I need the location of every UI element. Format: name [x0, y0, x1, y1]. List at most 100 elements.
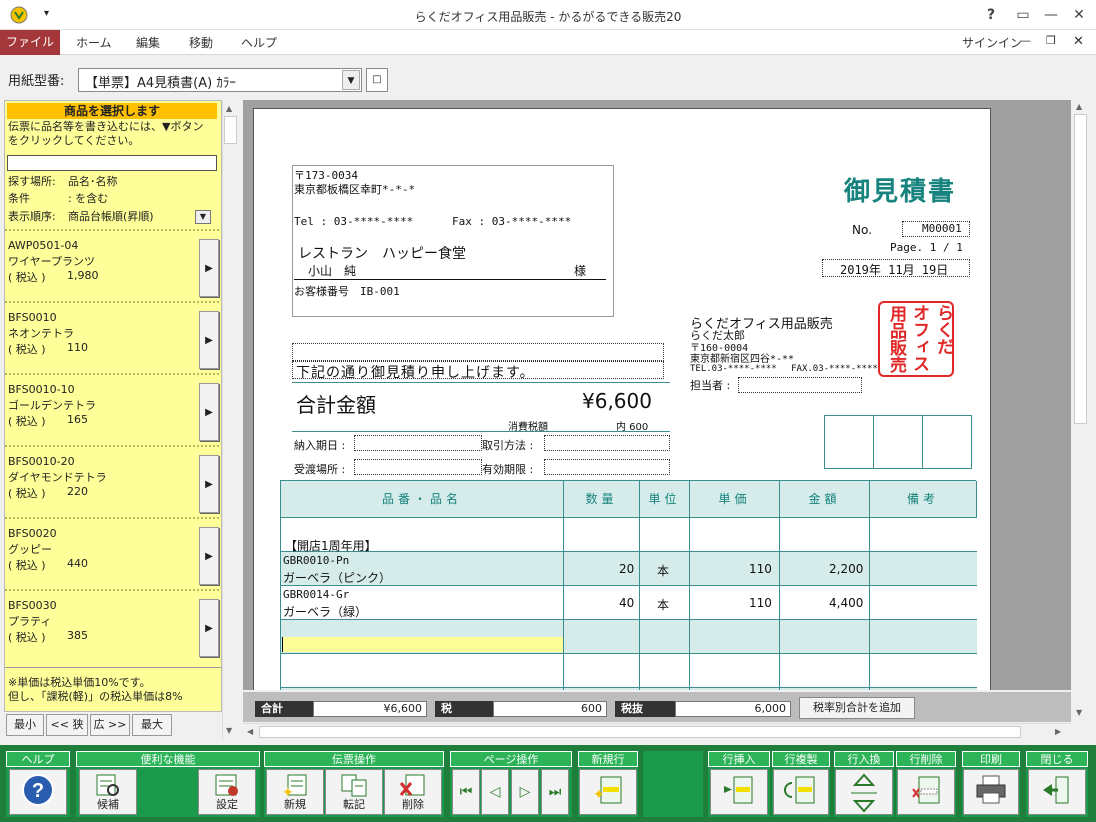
paper-detail-button[interactable]: □ — [366, 68, 388, 92]
tab-home[interactable]: ホーム — [76, 34, 112, 51]
row-copy-button[interactable] — [773, 769, 829, 815]
next-page-button[interactable]: ▷ — [511, 769, 539, 815]
nav-max-button[interactable]: 最大 — [132, 714, 172, 736]
scroll-thumb[interactable] — [259, 726, 1021, 738]
help-button[interactable]: ? — [9, 769, 67, 815]
delivery-place-label: 受渡場所 : — [294, 463, 346, 476]
search-input[interactable] — [7, 155, 217, 171]
condition-value: : を含む — [68, 192, 109, 205]
group-print-title: 印刷 — [962, 751, 1020, 767]
customer-name[interactable]: レストラン ハッピー食堂 — [298, 243, 466, 263]
panel-scrollbar[interactable]: ▲ ▼ — [222, 100, 238, 740]
scroll-up-icon[interactable]: ▲ — [1076, 102, 1082, 111]
delivery-date-field[interactable] — [354, 435, 482, 451]
group-new-row-title: 新規行 — [578, 751, 638, 767]
table-row[interactable]: 【開店1周年用】 — [281, 518, 977, 553]
scroll-up-icon[interactable]: ▲ — [226, 104, 232, 113]
scroll-thumb[interactable] — [224, 116, 237, 144]
scroll-down-icon[interactable]: ▼ — [226, 726, 232, 735]
row-insert-button[interactable] — [710, 769, 768, 815]
order-dropdown-icon[interactable]: ▼ — [195, 210, 211, 224]
row-swap-button[interactable] — [835, 769, 893, 815]
scroll-left-icon[interactable]: ◀ — [247, 727, 253, 736]
row-name: ガーベラ（ピンク） — [283, 571, 392, 585]
ribbon-display-icon[interactable]: ▭ — [1012, 4, 1034, 26]
group-row-swap: 行入換 — [834, 751, 894, 817]
select-arrow-icon[interactable]: ▶ — [199, 311, 219, 369]
delete-slip-button[interactable]: 削除 — [384, 769, 442, 815]
nav-min-button[interactable]: 最小 — [6, 714, 44, 736]
quote-message[interactable]: 下記の通り御見積り申し上げます。 — [296, 362, 535, 382]
product-item[interactable]: BFS0020 グッピー ( 税込 ) 440 ▶ — [5, 517, 221, 589]
select-arrow-icon[interactable]: ▶ — [199, 599, 219, 657]
payment-field[interactable] — [544, 435, 670, 451]
tab-move[interactable]: 移動 — [189, 34, 213, 51]
row-copy-icon — [784, 776, 815, 804]
staff-field[interactable] — [738, 377, 862, 393]
close-button[interactable] — [1028, 769, 1086, 815]
nav-narrow-button[interactable]: << 狭 — [46, 714, 88, 736]
settings-button[interactable]: 設定 — [198, 769, 256, 815]
total-amount: ¥6,600 — [582, 389, 652, 413]
tab-edit[interactable]: 編集 — [136, 34, 160, 51]
signin-link[interactable]: サインイン — [962, 34, 1022, 51]
group-row-delete-title: 行削除 — [896, 751, 956, 767]
last-page-button[interactable]: ⏭ — [541, 769, 569, 815]
active-input-cell[interactable] — [282, 637, 563, 652]
quote-number[interactable]: M00001 — [922, 222, 962, 235]
select-arrow-icon[interactable]: ▶ — [199, 383, 219, 441]
minimize-doc-icon[interactable]: — — [1020, 34, 1031, 47]
product-item[interactable]: BFS0010-20 ダイヤモンドテトラ ( 税込 ) 220 ▶ — [5, 445, 221, 517]
row-price: 110 — [749, 596, 772, 610]
first-page-button[interactable]: ⏮ — [452, 769, 480, 815]
help-button[interactable]: ? — [980, 4, 1002, 26]
close-doc-icon[interactable]: ✕ — [1073, 34, 1084, 49]
tab-help[interactable]: ヘルプ — [241, 34, 277, 51]
customer-number: お客様番号 IB-001 — [294, 285, 400, 298]
product-item[interactable]: AWP0501-04 ワイヤープランツ ( 税込 ) 1,980 ▶ — [5, 229, 221, 301]
table-row[interactable] — [281, 688, 977, 690]
table-row[interactable] — [281, 654, 977, 688]
product-price: 440 — [67, 557, 88, 570]
print-button[interactable] — [963, 769, 1019, 815]
add-tax-total-button[interactable]: 税率別合計を追加 — [799, 697, 915, 719]
select-arrow-icon[interactable]: ▶ — [199, 239, 219, 297]
paper-select[interactable]: 【単票】A4見積書(A) ｶﾗｰ ▼ — [78, 68, 362, 92]
product-item[interactable]: BFS0010-10 ゴールデンテトラ ( 税込 ) 165 ▶ — [5, 373, 221, 445]
chevron-down-icon[interactable]: ▼ — [342, 70, 360, 90]
table-row[interactable] — [281, 620, 977, 654]
row-insert-icon — [724, 776, 753, 804]
product-item[interactable]: BFS0010 ネオンテトラ ( 税込 ) 110 ▶ — [5, 301, 221, 373]
table-row[interactable]: GBR0014-Gr ガーベラ（緑） 40 本 110 4,400 — [281, 586, 977, 620]
validity-field[interactable] — [544, 459, 670, 475]
table-row[interactable]: GBR0010-Pn ガーベラ（ピンク） 20 本 110 2,200 — [281, 552, 977, 586]
document-hscroll[interactable]: ◀ ▶ — [243, 723, 1071, 740]
group-print: 印刷 — [962, 751, 1020, 817]
quote-date[interactable]: 2019年 11月 19日 — [840, 261, 948, 278]
group-page-ops: ページ操作 ⏮ ◁ ▷ ⏭ — [450, 751, 572, 817]
new-row-button[interactable]: ✦ — [579, 769, 637, 815]
payment-label: 取引方法 : — [482, 439, 534, 452]
tab-file[interactable]: ファイル — [0, 30, 60, 55]
nav-wide-button[interactable]: 広 >> — [90, 714, 130, 736]
transfer-button[interactable]: 転記 — [325, 769, 383, 815]
row-delete-button[interactable] — [897, 769, 955, 815]
customer-contact[interactable]: 小山 純 — [308, 262, 356, 279]
select-arrow-icon[interactable]: ▶ — [199, 527, 219, 585]
close-icon[interactable]: ✕ — [1068, 4, 1090, 26]
minimize-icon[interactable]: — — [1040, 4, 1062, 26]
scroll-thumb[interactable] — [1074, 114, 1087, 424]
approval-boxes — [824, 415, 972, 469]
restore-doc-icon[interactable]: ❐ — [1046, 34, 1056, 47]
row-amount: 4,400 — [829, 596, 864, 610]
prev-page-button[interactable]: ◁ — [481, 769, 509, 815]
new-slip-button[interactable]: ✦ 新規 — [266, 769, 324, 815]
header-unit: 単位 — [640, 481, 690, 517]
document-vscroll[interactable]: ▲ ▼ — [1073, 100, 1089, 722]
scroll-right-icon[interactable]: ▶ — [1055, 727, 1061, 736]
product-item[interactable]: BFS0030 プラティ ( 税込 ) 385 ▶ — [5, 589, 221, 661]
row-unit: 本 — [657, 564, 670, 578]
scroll-down-icon[interactable]: ▼ — [1076, 708, 1082, 717]
delivery-place-field[interactable] — [354, 459, 482, 475]
select-arrow-icon[interactable]: ▶ — [199, 455, 219, 513]
